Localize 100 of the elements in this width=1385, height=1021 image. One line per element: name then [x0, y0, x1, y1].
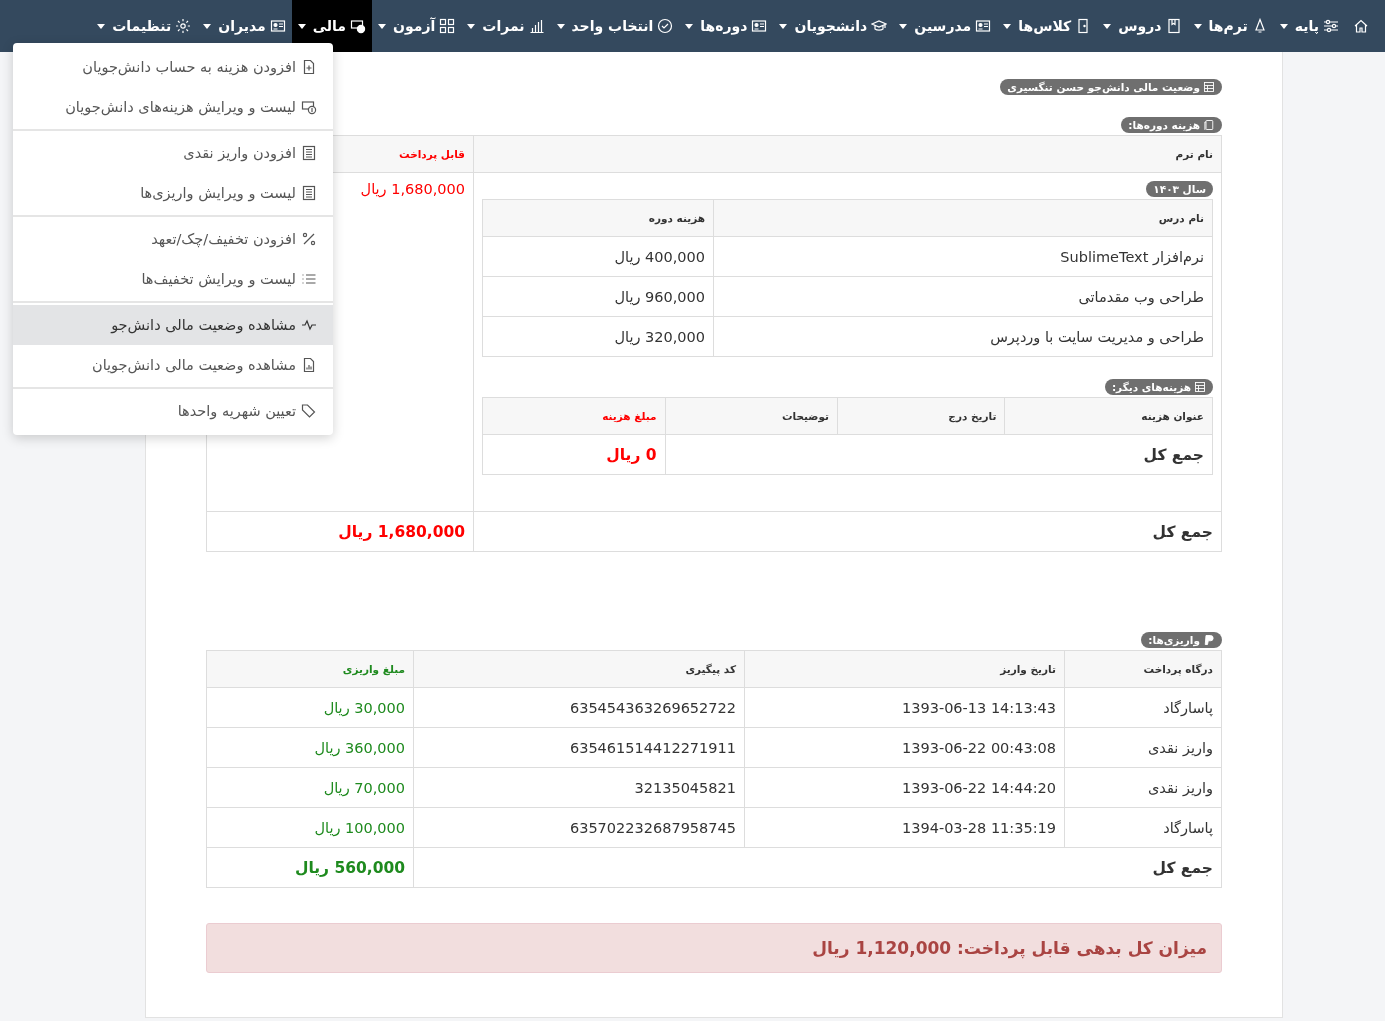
table-cell: واریز نقدی [1064, 767, 1222, 808]
menu-item[interactable]: مشاهده وضعیت مالی دانش‌جو [13, 305, 333, 345]
table-icon [1203, 81, 1215, 93]
check-circle-icon [657, 18, 674, 34]
home-icon [1353, 18, 1369, 34]
nav-menu-item[interactable]: آزمون [372, 0, 462, 52]
table-cell: پاسارگاد [1064, 807, 1222, 848]
id-card-icon [751, 18, 768, 34]
caret-icon [779, 23, 788, 29]
copy-icon [1203, 119, 1215, 131]
menu-item[interactable]: لیست و ویرایش تخفیف‌ها [13, 259, 333, 299]
column-header: تاریخ درج [837, 397, 1005, 435]
column-header: نام درس [713, 199, 1213, 237]
column-header: کد پیگیری [413, 650, 745, 688]
caret-icon [1003, 23, 1012, 29]
column-header: نام ترم [473, 135, 1222, 173]
money-icon [350, 18, 367, 34]
column-header: هزینه دوره [482, 199, 714, 237]
table-cell: 1393-06-22 14:44:20 [744, 767, 1065, 808]
column-header: درگاه پرداخت [1064, 650, 1222, 688]
id-card-icon [975, 18, 992, 34]
bar-chart-icon [528, 18, 545, 34]
table-cell: پاسارگاد [1064, 687, 1222, 728]
nav-menu-item[interactable]: نمرات [461, 0, 551, 52]
nav-menu-item[interactable]: مالی [291, 0, 373, 52]
file-chart-icon [301, 357, 317, 373]
table-icon [1194, 381, 1206, 393]
table-cell: نرم‌افزار SublimeText [713, 236, 1213, 277]
tag-icon [301, 403, 317, 419]
column-header: مبلغ هزینه [482, 397, 665, 435]
table-cell: 320,000 ریال [482, 316, 714, 357]
table-cell: 32135045821 [413, 767, 745, 808]
sliders-icon [1323, 18, 1339, 34]
id-card-icon [269, 18, 286, 34]
nav-menu-item[interactable]: مدرسین [893, 0, 998, 52]
caret-icon [203, 23, 212, 29]
column-header: توضیحات [665, 397, 838, 435]
money-icon [301, 99, 317, 115]
table-cell: واریز نقدی [1064, 727, 1222, 768]
column-header: مبلغ واریزی [206, 650, 414, 688]
table-cell: طراحی وب مقدماتی [713, 276, 1213, 317]
table-cell: 100,000 ریال [206, 807, 414, 848]
gear-icon [175, 18, 192, 34]
table-cell: 30,000 ریال [206, 687, 414, 728]
nav-menu-item[interactable]: دوره‌ها [679, 0, 774, 52]
table-cell: 70,000 ریال [206, 767, 414, 808]
graduation-cap-icon [871, 18, 888, 34]
table-cell: طراحی و مدیریت سایت با وردپرس [713, 316, 1213, 357]
table-cell: 1394-03-28 11:35:19 [744, 807, 1065, 848]
nav-menu-item[interactable]: کلاس‌ها [997, 0, 1098, 52]
table-cell: 635461514412271911 [413, 727, 745, 768]
file-plus-icon [301, 59, 317, 75]
table-cell: 1393-06-22 00:43:08 [744, 727, 1065, 768]
caret-icon [1103, 23, 1112, 29]
table-cell: 960,000 ریال [482, 276, 714, 317]
table-cell: 0 ریال [482, 434, 665, 475]
caret-icon [1193, 23, 1202, 29]
caret-icon [556, 23, 565, 29]
section-title: واریزی‌ها: [1141, 632, 1222, 648]
nav-menu-item[interactable]: دروس [1097, 0, 1188, 52]
menu-item[interactable]: لیست و ویرایش هزینه‌های دانش‌جویان [13, 87, 333, 127]
section-title: هزینه دوره‌ها: [1121, 117, 1222, 133]
year-label: سال ۱۴۰۳ [1146, 181, 1213, 197]
caret-icon [97, 23, 106, 29]
nav-menu-item[interactable]: انتخاب واحد [550, 0, 680, 52]
column-header: عنوان هزینه [1004, 397, 1213, 435]
receipt-icon [301, 145, 317, 161]
book-icon [1165, 18, 1182, 34]
pulse-icon [301, 317, 317, 333]
table-cell: 635702232687958745 [413, 807, 745, 848]
menu-item[interactable]: لیست و ویرایش واریزی‌ها [13, 173, 333, 213]
receipt-icon [301, 185, 317, 201]
table-cell: 1,680,000 ریال [206, 511, 474, 552]
menu-item[interactable]: مشاهده وضعیت مالی دانش‌جویان [13, 345, 333, 385]
nav-menu-item[interactable]: دانشجویان [773, 0, 894, 52]
nav-menu-item[interactable]: ترم‌ها [1187, 0, 1274, 52]
caret-icon [685, 23, 694, 29]
table-cell: 560,000 ریال [206, 847, 414, 888]
caret-icon [899, 23, 908, 29]
list-icon [301, 271, 317, 287]
table-cell: جمع کل [413, 847, 1222, 888]
grid-icon [439, 18, 456, 34]
caret-icon [467, 23, 476, 29]
column-header: تاریخ واریز [744, 650, 1065, 688]
caret-icon [378, 23, 387, 29]
page-title: وضعیت مالی دانش‌جو حسن تنگسیری [1000, 79, 1222, 95]
table-cell: 400,000 ریال [482, 236, 714, 277]
table-cell: جمع کل [665, 434, 1213, 475]
menu-item[interactable]: تعیین شهریه واحدها [13, 391, 333, 431]
debt-alert: میزان کل بدهی قابل پرداخت: 1,120,000 ریال [206, 923, 1222, 973]
table-cell: جمع کل [473, 511, 1222, 552]
table-cell: 1393-06-13 14:13:43 [744, 687, 1065, 728]
percent-icon [301, 231, 317, 247]
table-cell: 635454363269652722 [413, 687, 745, 728]
caret-icon [297, 23, 306, 29]
caret-icon [1279, 23, 1288, 29]
table-cell: 360,000 ریال [206, 727, 414, 768]
section-title: هزینه‌های دیگر: [1104, 379, 1213, 395]
menu-item[interactable]: افزودن تخفیف/چک/تعهد [13, 219, 333, 259]
nav-menu-item[interactable]: پایه [1273, 0, 1345, 52]
